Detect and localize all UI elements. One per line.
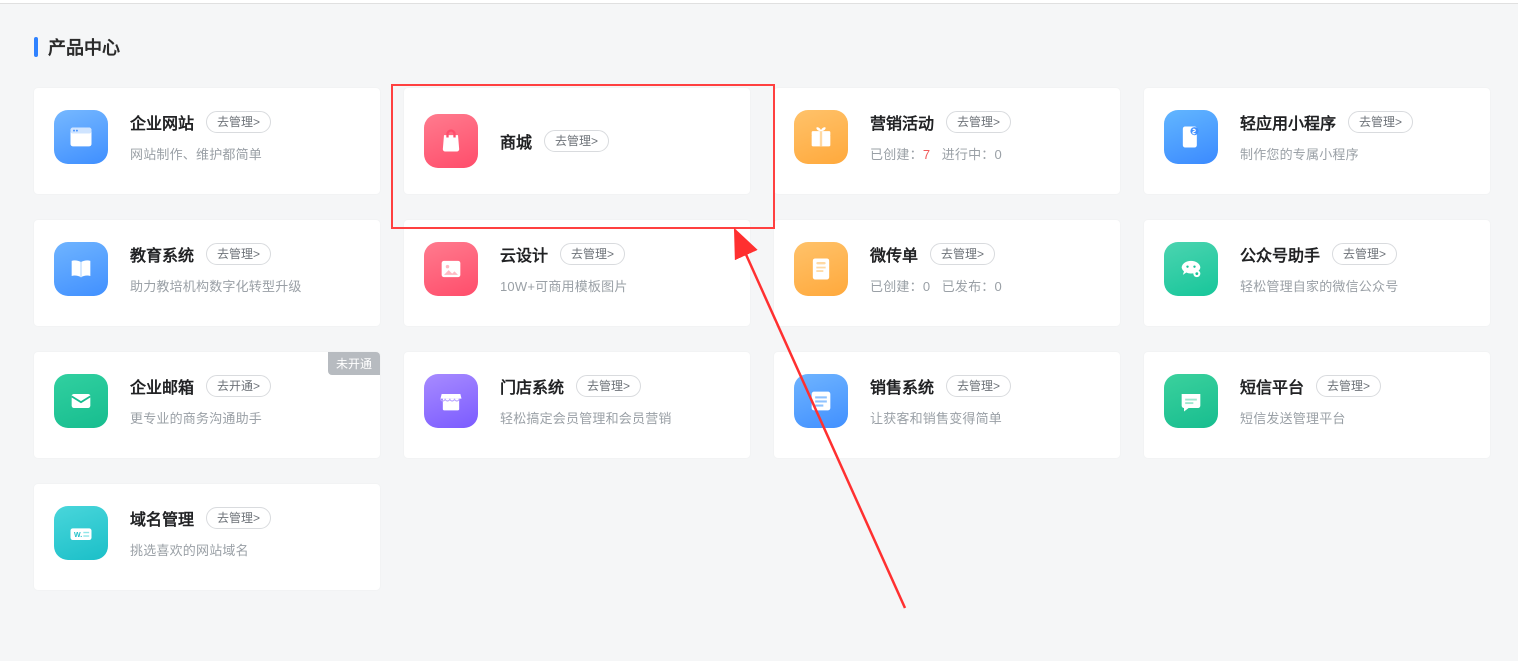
section-title: 产品中心 [34, 34, 1484, 60]
card-enterprise-site[interactable]: 企业网站 去管理> 网站制作、维护都简单 [34, 88, 380, 194]
card-title: 门店系统 [500, 374, 564, 398]
open-button[interactable]: 去开通> [206, 375, 271, 397]
card-wechat[interactable]: 公众号助手 去管理> 轻松管理自家的微信公众号 [1144, 220, 1490, 326]
manage-button[interactable]: 去管理> [1316, 375, 1381, 397]
card-title: 企业网站 [130, 110, 194, 134]
manage-button[interactable]: 去管理> [560, 243, 625, 265]
manage-button[interactable]: 去管理> [206, 507, 271, 529]
manage-button[interactable]: 去管理> [1348, 111, 1413, 133]
card-title: 域名管理 [130, 506, 194, 530]
manage-button[interactable]: 去管理> [1332, 243, 1397, 265]
card-subtitle: 轻松管理自家的微信公众号 [1240, 276, 1470, 295]
card-subtitle: 制作您的专属小程序 [1240, 144, 1470, 163]
created-value: 0 [923, 279, 930, 294]
card-title: 轻应用小程序 [1240, 110, 1336, 134]
miniapp-icon [1164, 110, 1218, 164]
card-sms[interactable]: 短信平台 去管理> 短信发送管理平台 [1144, 352, 1490, 458]
card-stats: 已创建：7 进行中：0 [870, 144, 1100, 163]
card-title: 公众号助手 [1240, 242, 1320, 266]
card-title: 教育系统 [130, 242, 194, 266]
created-value: 7 [923, 147, 930, 162]
card-flyer[interactable]: 微传单 去管理> 已创建：0 已发布：0 [774, 220, 1120, 326]
created-label: 已创建： [870, 279, 923, 294]
domain-icon: W. [54, 506, 108, 560]
card-title: 微传单 [870, 242, 918, 266]
section-title-text: 产品中心 [48, 34, 120, 60]
manage-button[interactable]: 去管理> [544, 130, 609, 152]
card-subtitle: 短信发送管理平台 [1240, 408, 1470, 427]
manage-button[interactable]: 去管理> [576, 375, 641, 397]
card-title: 销售系统 [870, 374, 934, 398]
card-subtitle: 助力教培机构数字化转型升级 [130, 276, 360, 295]
card-store[interactable]: 门店系统 去管理> 轻松搞定会员管理和会员营销 [404, 352, 750, 458]
card-design[interactable]: 云设计 去管理> 10W+可商用模板图片 [404, 220, 750, 326]
card-marketing[interactable]: 营销活动 去管理> 已创建：7 进行中：0 [774, 88, 1120, 194]
card-title: 短信平台 [1240, 374, 1304, 398]
published-label: 已发布： [942, 279, 995, 294]
card-subtitle: 10W+可商用模板图片 [500, 276, 730, 295]
manage-button[interactable]: 去管理> [206, 243, 271, 265]
card-subtitle: 让获客和销售变得简单 [870, 408, 1100, 427]
mail-icon [54, 374, 108, 428]
card-grid: 企业网站 去管理> 网站制作、维护都简单 商城 去管理> [34, 88, 1484, 590]
card-title: 企业邮箱 [130, 374, 194, 398]
manage-button[interactable]: 去管理> [946, 375, 1011, 397]
card-miniapp[interactable]: 轻应用小程序 去管理> 制作您的专属小程序 [1144, 88, 1490, 194]
card-education[interactable]: 教育系统 去管理> 助力教培机构数字化转型升级 [34, 220, 380, 326]
gift-icon [794, 110, 848, 164]
card-subtitle: 挑选喜欢的网站域名 [130, 540, 360, 559]
card-subtitle: 轻松搞定会员管理和会员营销 [500, 408, 730, 427]
flyer-icon [794, 242, 848, 296]
running-label: 进行中： [942, 147, 995, 162]
not-open-badge: 未开通 [328, 352, 380, 375]
svg-text:W.: W. [74, 532, 82, 539]
card-mall[interactable]: 商城 去管理> [404, 88, 750, 194]
image-icon [424, 242, 478, 296]
book-icon [54, 242, 108, 296]
shopping-bag-icon [424, 114, 478, 168]
chat-gear-icon [1164, 242, 1218, 296]
running-value: 0 [995, 147, 1002, 162]
card-title: 商城 [500, 129, 532, 153]
card-domain[interactable]: W. 域名管理 去管理> 挑选喜欢的网站域名 [34, 484, 380, 590]
title-accent-bar [34, 37, 38, 57]
list-icon [794, 374, 848, 428]
card-title: 云设计 [500, 242, 548, 266]
store-icon [424, 374, 478, 428]
card-mail[interactable]: 未开通 企业邮箱 去开通> 更专业的商务沟通助手 [34, 352, 380, 458]
sms-icon [1164, 374, 1218, 428]
card-title: 营销活动 [870, 110, 934, 134]
card-sales[interactable]: 销售系统 去管理> 让获客和销售变得简单 [774, 352, 1120, 458]
manage-button[interactable]: 去管理> [946, 111, 1011, 133]
window-icon [54, 110, 108, 164]
published-value: 0 [995, 279, 1002, 294]
created-label: 已创建： [870, 147, 923, 162]
card-subtitle: 网站制作、维护都简单 [130, 144, 360, 163]
card-subtitle: 更专业的商务沟通助手 [130, 408, 360, 427]
manage-button[interactable]: 去管理> [930, 243, 995, 265]
page-content: 产品中心 企业网站 去管理> 网站制作、维护都简单 商城 [0, 4, 1518, 620]
manage-button[interactable]: 去管理> [206, 111, 271, 133]
card-stats: 已创建：0 已发布：0 [870, 276, 1100, 295]
